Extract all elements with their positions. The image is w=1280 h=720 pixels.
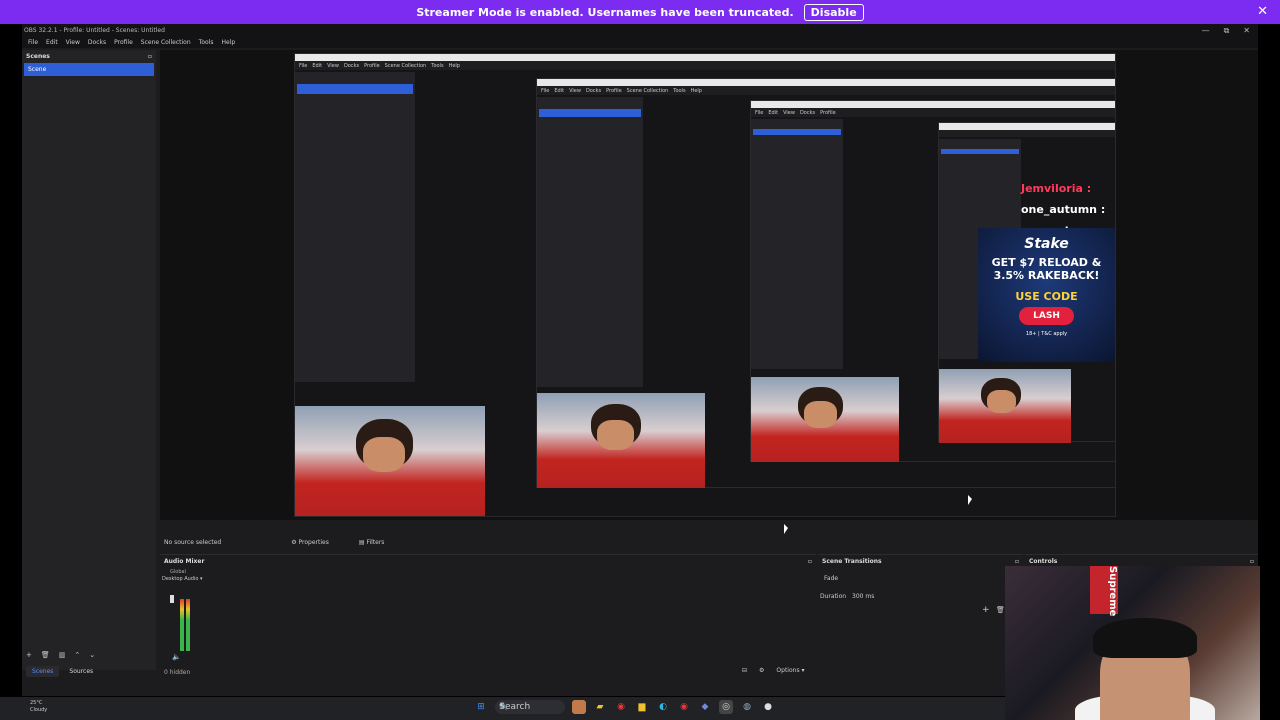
start-icon[interactable]: ⊞	[474, 700, 488, 714]
mouse-cursor	[784, 524, 788, 534]
chat-username: Jemviloria :	[1021, 182, 1092, 195]
maximize-button[interactable]: ⧉	[1224, 26, 1230, 36]
filters-button[interactable]: ▤ Filters	[359, 539, 385, 546]
settings-icon[interactable]: ⚙	[759, 667, 764, 674]
minimize-button[interactable]: —	[1202, 26, 1210, 36]
mouse-cursor	[968, 495, 972, 505]
layout-icon[interactable]: ⊟	[742, 667, 747, 674]
filter-icon[interactable]: ▥	[59, 651, 66, 659]
webcam-capture-3	[751, 377, 899, 462]
undock-icon[interactable]: ▫	[1250, 558, 1254, 565]
dock-tabs: Scenes Sources	[22, 664, 156, 678]
webcam-capture-4	[939, 369, 1071, 443]
banner-close-icon[interactable]: ✕	[1257, 4, 1268, 19]
menu-file[interactable]: File	[28, 39, 38, 46]
menu-docks[interactable]: Docks	[88, 39, 106, 46]
properties-button[interactable]: ⚙ Properties	[291, 539, 329, 546]
scenes-toolbar: + 🗑 ▥ ⌃ ⌄	[26, 651, 95, 659]
add-icon[interactable]: +	[26, 651, 32, 659]
tab-sources[interactable]: Sources	[63, 666, 99, 677]
ad-fine-print: 18+ | T&C apply	[1025, 331, 1068, 337]
banner-message: Streamer Mode is enabled. Usernames have…	[416, 5, 794, 19]
scene-list-item[interactable]: Scene	[24, 63, 154, 76]
webcam-capture-1	[295, 406, 485, 516]
move-up-icon[interactable]: ⌃	[74, 651, 80, 659]
folder-icon[interactable]: ▆	[635, 700, 649, 714]
trash-icon[interactable]: 🗑	[996, 606, 1005, 614]
volume-meter-right	[186, 599, 190, 651]
move-down-icon[interactable]: ⌄	[89, 651, 95, 659]
volume-slider[interactable]	[170, 595, 174, 603]
title-bar: OBS 32.2.1 - Profile: Untitled - Scenes:…	[22, 24, 1258, 37]
weather-widget[interactable]: 25°C Cloudy	[30, 700, 47, 714]
menu-bar: File Edit View Docks Profile Scene Colle…	[22, 37, 1258, 48]
menu-view[interactable]: View	[66, 39, 80, 46]
close-button[interactable]: ✕	[1243, 26, 1250, 36]
widget-icon[interactable]	[572, 700, 586, 714]
app-title: OBS 32.2.1 - Profile: Untitled - Scenes:…	[24, 27, 165, 34]
source-toolbar: No source selected ⚙ Properties ▤ Filter…	[160, 535, 820, 549]
edge-icon[interactable]: ◐	[656, 700, 670, 714]
trash-icon[interactable]: 🗑	[41, 651, 50, 659]
menu-edit[interactable]: Edit	[46, 39, 58, 46]
audio-device-name[interactable]: Desktop Audio ▾	[162, 576, 203, 582]
global-label: Global	[170, 569, 186, 575]
audio-mixer-header: Audio Mixer	[164, 558, 205, 565]
menu-profile[interactable]: Profile	[114, 39, 133, 46]
controls-header: Controls	[1029, 558, 1058, 565]
source-status: No source selected	[164, 538, 222, 546]
duration-label: Duration	[820, 593, 847, 600]
sponsor-ad: Stake GET $7 RELOAD & 3.5% RAKEBACK! USE…	[978, 228, 1115, 362]
webcam-capture-2	[537, 393, 705, 488]
ad-use-code: USE CODE	[1015, 290, 1078, 303]
taskbar: 25°C Cloudy ⊞ 🔍 Search ▰ ◉ ▆ ◐ ◉ ◆ ◎ ◍ ●	[0, 697, 1005, 720]
options-button[interactable]: Options ▾	[776, 667, 804, 674]
steam-icon[interactable]: ◍	[740, 700, 754, 714]
mute-icon[interactable]: 🔈	[172, 653, 181, 661]
duration-input[interactable]: 300 ms	[852, 593, 874, 600]
screen: Streamer Mode is enabled. Usernames have…	[0, 0, 1280, 720]
tab-scenes[interactable]: Scenes	[26, 665, 60, 677]
undock-icon[interactable]: ▫	[1015, 558, 1019, 565]
add-transition-icon[interactable]: +	[982, 605, 990, 615]
streamer-mode-banner: Streamer Mode is enabled. Usernames have…	[0, 0, 1280, 24]
transitions-header: Scene Transitions	[822, 558, 882, 565]
scene-transitions-panel: Scene Transitions ▫ Fade Duration 300 ms …	[818, 554, 1023, 680]
undock-icon[interactable]: ▫	[148, 53, 152, 60]
chat-username: one_autumn :	[1021, 203, 1106, 216]
menu-scene-collection[interactable]: Scene Collection	[141, 39, 191, 46]
discord-icon[interactable]: ◆	[698, 700, 712, 714]
menu-tools[interactable]: Tools	[199, 39, 214, 46]
weather-desc: Cloudy	[30, 707, 48, 713]
ad-brand: Stake	[1024, 236, 1069, 252]
ad-code: LASH	[1019, 307, 1074, 325]
chrome-icon[interactable]: ◉	[677, 700, 691, 714]
ad-offer-line1: GET $7 RELOAD &	[991, 256, 1102, 269]
audio-mixer-panel: Audio Mixer ▫ Global Desktop Audio ▾ 🔈 0 …	[160, 554, 816, 680]
file-explorer-icon[interactable]: ▰	[593, 700, 607, 714]
wall-poster: Supreme	[1090, 566, 1118, 616]
volume-meter-left	[180, 599, 184, 651]
hidden-count: 0 hidden	[164, 669, 191, 676]
scenes-header: Scenes	[26, 53, 50, 60]
ad-offer-line2: 3.5% RAKEBACK!	[993, 269, 1100, 282]
facecam-overlay: Supreme	[1005, 566, 1260, 720]
disable-button[interactable]: Disable	[803, 3, 864, 21]
transition-type-select[interactable]: Fade	[824, 575, 838, 582]
search-box[interactable]: 🔍 Search	[495, 700, 565, 714]
scenes-dock: Scenes ▫ Scene	[22, 50, 156, 670]
obs-icon[interactable]: ◎	[719, 700, 733, 714]
chrome-icon[interactable]: ◉	[614, 700, 628, 714]
app-icon[interactable]: ●	[761, 700, 775, 714]
weather-temp: 25°C	[30, 700, 43, 706]
menu-help[interactable]: Help	[221, 39, 235, 46]
undock-icon[interactable]: ▫	[808, 558, 812, 565]
